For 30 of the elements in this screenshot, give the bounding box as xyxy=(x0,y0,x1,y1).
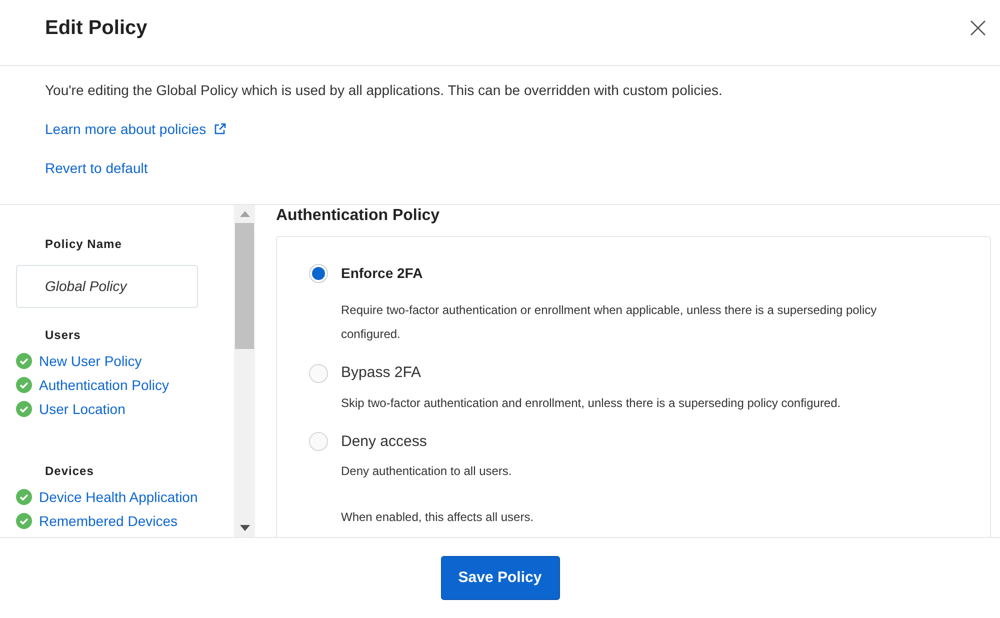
policy-name-field[interactable]: Global Policy xyxy=(16,265,198,308)
option-description: Skip two-factor authentication and enrollment, unless there is a superseding policy configured. xyxy=(341,394,842,412)
external-link-icon xyxy=(214,123,226,135)
scroll-up-arrow-icon[interactable] xyxy=(240,211,250,217)
option-description: Deny authentication to all users. xyxy=(341,463,513,480)
scroll-down-arrow-icon[interactable] xyxy=(240,525,250,531)
radio-button[interactable] xyxy=(309,264,328,283)
dialog-title: Edit Policy xyxy=(45,16,148,41)
radio-option[interactable]: Deny access xyxy=(309,430,990,453)
scrollbar[interactable] xyxy=(234,205,255,537)
sidebar-link[interactable]: User Location xyxy=(39,400,126,418)
link[interactable]: Revert to default xyxy=(45,158,148,178)
radio-option[interactable]: Bypass 2FA xyxy=(309,362,990,384)
sidebar-link[interactable]: New User Policy xyxy=(39,352,142,370)
radio-button[interactable] xyxy=(309,364,328,383)
intro-text: You're editing the Global Policy which is used by all applications. This can be overridden with custom policies. xyxy=(45,81,722,100)
save-policy-button[interactable]: Save Policy xyxy=(440,556,560,600)
sidebar-link[interactable]: Remembered Devices xyxy=(39,512,178,530)
sidebar-link[interactable]: Device Health Application xyxy=(39,488,198,506)
link[interactable]: Learn more about policies xyxy=(45,119,226,139)
option-description: Require two-factor authentication or enrollment when applicable, unless there is a superseding policy configured. xyxy=(341,302,878,343)
group-heading: Devices xyxy=(44,463,95,480)
sidebar-link[interactable]: Authentication Policy xyxy=(39,376,169,394)
option-description: When enabled, this affects all users. xyxy=(341,509,535,526)
field-label: Policy Name xyxy=(44,236,123,253)
radio-option[interactable]: Enforce 2FA xyxy=(309,263,990,284)
radio-button[interactable] xyxy=(309,432,328,452)
close-button[interactable] xyxy=(968,18,988,38)
section-title: Authentication Policy xyxy=(276,206,441,226)
group-heading: Users xyxy=(44,327,82,344)
